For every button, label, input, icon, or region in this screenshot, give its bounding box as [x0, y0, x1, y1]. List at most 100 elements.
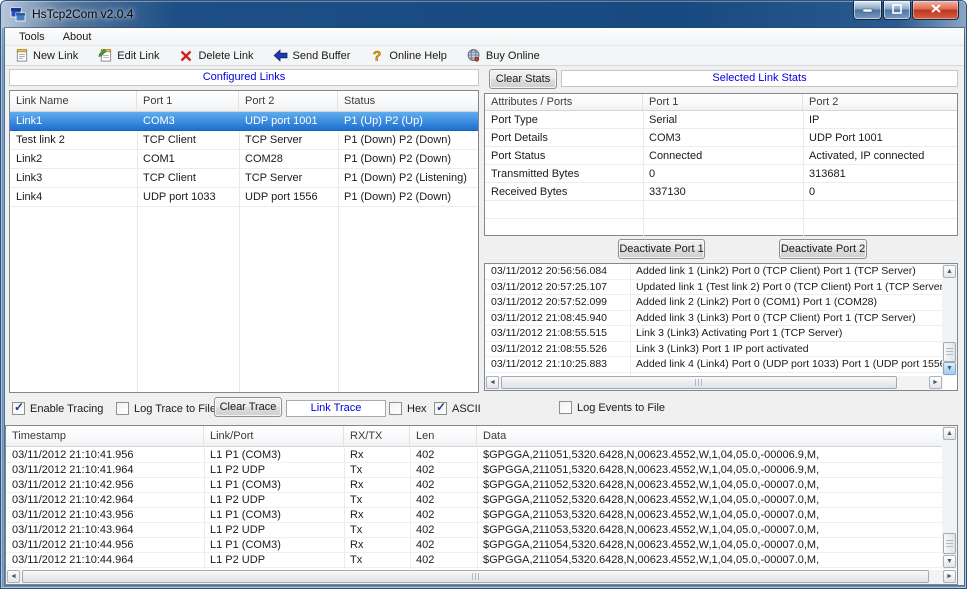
- link-row[interactable]: Link4 UDP port 1033 UDP port 1556 P1 (Do…: [10, 188, 478, 207]
- trace-row[interactable]: 03/11/2012 21:10:44.956 L1 P1 (COM3) Rx …: [6, 538, 942, 553]
- stats-row[interactable]: Transmitted Bytes 0 313681: [485, 165, 957, 183]
- event-row[interactable]: 03/11/2012 21:08:55.515 Link 3 (Link3) A…: [485, 326, 942, 342]
- event-row[interactable]: 03/11/2012 20:56:56.084 Added link 1 (Li…: [485, 264, 942, 280]
- enable-tracing-control: Enable Tracing: [12, 402, 103, 415]
- column-header-len[interactable]: Len: [410, 426, 477, 446]
- edit-link-button[interactable]: Edit Link: [93, 47, 165, 64]
- cell-port1: COM1: [137, 150, 239, 168]
- column-header-rxtx[interactable]: RX/TX: [344, 426, 410, 446]
- cell-trace-data: $GPGGA,211053,5320.6428,N,00623.4552,W,1…: [477, 523, 942, 537]
- toolbar-button-label: Online Help: [389, 50, 446, 62]
- close-button[interactable]: [912, 1, 959, 20]
- log-trace-checkbox[interactable]: [116, 402, 129, 415]
- trace-row[interactable]: 03/11/2012 21:10:42.956 L1 P1 (COM3) Rx …: [6, 478, 942, 493]
- trace-row[interactable]: 03/11/2012 21:10:41.964 L1 P2 UDP Tx 402…: [6, 463, 942, 478]
- cell-event-message: Added link 2 (Link2) Port 0 (COM1) Port …: [630, 295, 942, 310]
- column-header-data[interactable]: Data: [477, 426, 957, 446]
- event-log: 03/11/2012 20:56:56.084 Added link 1 (Li…: [484, 263, 958, 391]
- column-header-timestamp[interactable]: Timestamp: [6, 426, 204, 446]
- scroll-up-icon[interactable]: ▲: [943, 265, 956, 278]
- ascii-checkbox[interactable]: [434, 402, 447, 415]
- cell-link-name: Link1: [10, 112, 137, 130]
- scroll-left-icon[interactable]: ◄: [7, 570, 20, 583]
- scrollbar-thumb[interactable]: [943, 342, 956, 362]
- scroll-right-icon[interactable]: ►: [943, 570, 956, 583]
- new-link-button[interactable]: New Link: [9, 47, 84, 64]
- event-log-horizontal-scrollbar[interactable]: ◄ ►: [485, 376, 943, 390]
- column-header-stats-port2[interactable]: Port 2: [803, 94, 957, 110]
- stats-row[interactable]: Port Type Serial IP: [485, 111, 957, 129]
- cell-trace-link-port: L1 P2 UDP: [204, 553, 344, 567]
- trace-table: Timestamp Link/Port RX/TX Len Data 03/11…: [5, 425, 958, 585]
- trace-row[interactable]: 03/11/2012 21:10:43.964 L1 P2 UDP Tx 402…: [6, 523, 942, 538]
- cell-event-message: Link 3 (Link3) Activating Port 1 (TCP Se…: [630, 326, 942, 341]
- column-header-link-port[interactable]: Link/Port: [204, 426, 344, 446]
- trace-row[interactable]: 03/11/2012 21:10:44.964 L1 P2 UDP Tx 402…: [6, 553, 942, 568]
- event-log-vertical-scrollbar[interactable]: ▲ ▼: [942, 264, 957, 376]
- enable-tracing-checkbox[interactable]: [12, 402, 25, 415]
- delete-link-button[interactable]: Delete Link: [174, 47, 259, 64]
- stats-row[interactable]: Port Status Connected Activated, IP conn…: [485, 147, 957, 165]
- cell-event-timestamp: 03/11/2012 20:57:52.099: [485, 295, 630, 310]
- scroll-right-icon[interactable]: ►: [929, 376, 942, 389]
- trace-row[interactable]: 03/11/2012 21:10:41.956 L1 P1 (COM3) Rx …: [6, 448, 942, 463]
- column-header-stats-port1[interactable]: Port 1: [643, 94, 803, 110]
- minimize-button[interactable]: [853, 1, 882, 20]
- cell-stats-port2: 313681: [803, 165, 957, 182]
- event-row[interactable]: 03/11/2012 20:57:52.099 Added link 2 (Li…: [485, 295, 942, 311]
- clear-stats-button[interactable]: Clear Stats: [489, 69, 557, 89]
- scroll-down-icon[interactable]: ▼: [943, 555, 956, 568]
- stats-row[interactable]: Received Bytes 337130 0: [485, 183, 957, 201]
- trace-row[interactable]: 03/11/2012 21:10:42.964 L1 P2 UDP Tx 402…: [6, 493, 942, 508]
- trace-vertical-scrollbar[interactable]: ▲ ▼: [942, 426, 957, 569]
- toolbar: New Link Edit Link Delete Link Send Buff…: [5, 46, 964, 66]
- deactivate-port2-button[interactable]: Deactivate Port 2: [779, 239, 867, 259]
- cell-trace-timestamp: 03/11/2012 21:10:44.956: [6, 538, 204, 552]
- event-row[interactable]: 03/11/2012 21:08:55.526 Link 3 (Link3) P…: [485, 342, 942, 358]
- cell-trace-rxtx: Rx: [344, 508, 410, 522]
- column-header-status[interactable]: Status: [338, 91, 478, 111]
- menu-about[interactable]: About: [55, 30, 100, 44]
- cell-event-message: Added link 3 (Link3) Port 0 (TCP Client)…: [630, 311, 942, 326]
- scrollbar-thumb[interactable]: [501, 376, 897, 389]
- ascii-label: ASCII: [452, 403, 481, 415]
- clear-trace-button[interactable]: Clear Trace: [214, 397, 282, 417]
- hex-checkbox[interactable]: [389, 402, 402, 415]
- trace-row[interactable]: 03/11/2012 21:10:43.956 L1 P1 (COM3) Rx …: [6, 508, 942, 523]
- link-row[interactable]: Link3 TCP Client TCP Server P1 (Down) P2…: [10, 169, 478, 188]
- column-header-link-name[interactable]: Link Name: [10, 91, 137, 111]
- selected-link-stats-header: Selected Link Stats: [561, 70, 958, 87]
- scroll-down-icon[interactable]: ▼: [943, 362, 956, 375]
- cell-trace-data: $GPGGA,211051,5320.6428,N,00623.4552,W,1…: [477, 448, 942, 462]
- cell-trace-data: $GPGGA,211052,5320.6428,N,00623.4552,W,1…: [477, 493, 942, 507]
- scrollbar-thumb[interactable]: [943, 533, 956, 554]
- column-header-port1[interactable]: Port 1: [137, 91, 239, 111]
- cell-status: P1 (Down) P2 (Down): [338, 131, 478, 149]
- cell-port1: TCP Client: [137, 169, 239, 187]
- cell-link-name: Test link 2: [10, 131, 137, 149]
- event-row[interactable]: 03/11/2012 21:10:25.883 Added link 4 (Li…: [485, 357, 942, 373]
- maximize-button[interactable]: [883, 1, 911, 20]
- link-row[interactable]: Test link 2 TCP Client TCP Server P1 (Do…: [10, 131, 478, 150]
- scroll-left-icon[interactable]: ◄: [486, 376, 499, 389]
- log-events-checkbox[interactable]: [559, 401, 572, 414]
- link-row[interactable]: Link1 COM3 UDP port 1001 P1 (Up) P2 (Up): [10, 112, 478, 131]
- cell-stats-port1: COM3: [643, 129, 803, 146]
- title-bar[interactable]: HsTcp2Com v2.0.4: [1, 1, 966, 28]
- event-row[interactable]: 03/11/2012 20:57:25.107 Updated link 1 (…: [485, 280, 942, 296]
- send-buffer-button[interactable]: Send Buffer: [269, 47, 357, 64]
- column-header-attributes[interactable]: Attributes / Ports: [485, 94, 643, 110]
- trace-horizontal-scrollbar[interactable]: ◄ ►: [6, 570, 957, 584]
- stats-row[interactable]: Port Details COM3 UDP Port 1001: [485, 129, 957, 147]
- event-row[interactable]: 03/11/2012 21:08:45.940 Added link 3 (Li…: [485, 311, 942, 327]
- menu-tools[interactable]: Tools: [11, 30, 53, 44]
- scrollbar-thumb[interactable]: [22, 570, 929, 583]
- cell-trace-rxtx: Tx: [344, 493, 410, 507]
- cell-trace-timestamp: 03/11/2012 21:10:42.964: [6, 493, 204, 507]
- link-row[interactable]: Link2 COM1 COM28 P1 (Down) P2 (Down): [10, 150, 478, 169]
- deactivate-port1-button[interactable]: Deactivate Port 1: [618, 239, 705, 259]
- buy-online-button[interactable]: Buy Online: [462, 47, 546, 64]
- online-help-button[interactable]: ? Online Help: [365, 47, 452, 64]
- scroll-up-icon[interactable]: ▲: [943, 427, 956, 440]
- column-header-port2[interactable]: Port 2: [239, 91, 338, 111]
